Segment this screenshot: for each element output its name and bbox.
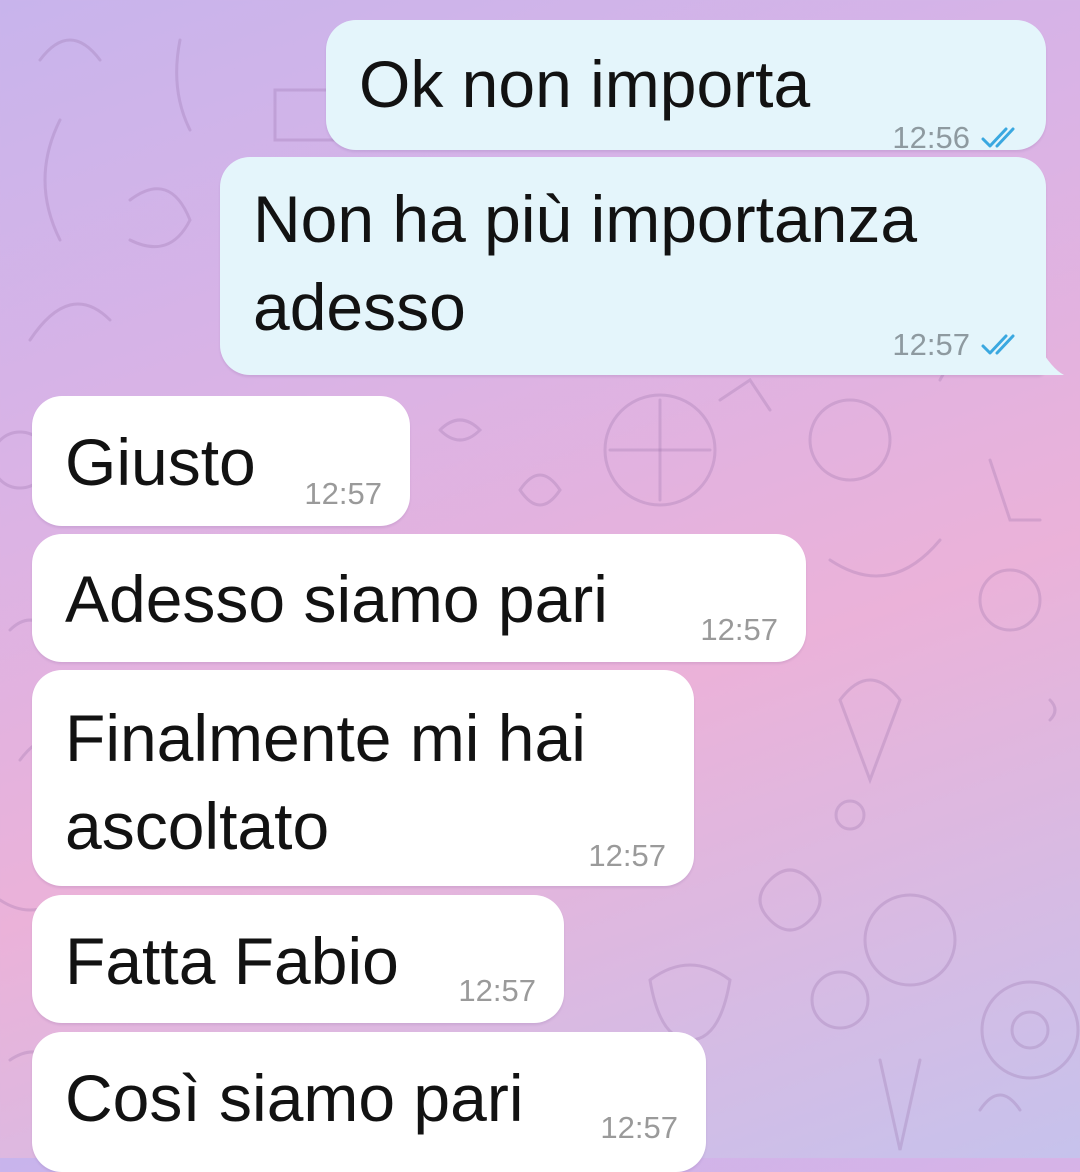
message-time: 12:57 — [458, 973, 536, 1008]
incoming-message[interactable]: Finalmente mi hai ascoltato 12:57 — [32, 670, 694, 886]
message-time: 12:57 — [700, 612, 778, 647]
message-meta: 12:57 — [304, 476, 382, 512]
message-text: Non ha più importanza adesso — [253, 182, 918, 344]
message-text: Adesso siamo pari — [65, 562, 608, 636]
message-time: 12:57 — [892, 327, 970, 362]
bubble-tail — [1038, 345, 1064, 375]
incoming-message[interactable]: Fatta Fabio 12:57 — [32, 895, 564, 1023]
message-time: 12:56 — [892, 120, 970, 155]
message-meta: 12:57 — [892, 327, 1024, 363]
incoming-message[interactable]: Adesso siamo pari 12:57 — [32, 534, 806, 662]
message-text: Fatta Fabio — [65, 924, 399, 998]
message-text: Così siamo pari — [65, 1061, 524, 1135]
message-meta: 12:57 — [600, 1110, 678, 1146]
read-double-check-icon — [980, 333, 1024, 357]
message-text: Giusto — [65, 425, 256, 499]
message-meta: 12:57 — [458, 973, 536, 1009]
message-time: 12:57 — [588, 838, 666, 873]
message-list: Ok non importa 12:56 Non ha più importan… — [0, 0, 1080, 1172]
message-time: 12:57 — [304, 476, 382, 511]
outgoing-message[interactable]: Ok non importa 12:56 — [326, 20, 1046, 155]
message-meta: 12:57 — [700, 612, 778, 648]
incoming-message[interactable]: Così siamo pari 12:57 — [32, 1032, 706, 1172]
message-meta: 12:57 — [588, 838, 666, 874]
message-time: 12:57 — [600, 1110, 678, 1145]
outgoing-message[interactable]: Non ha più importanza adesso 12:57 — [220, 157, 1046, 375]
message-text: Finalmente mi hai ascoltato — [65, 701, 586, 863]
message-text: Ok non importa — [359, 47, 811, 121]
read-double-check-icon — [980, 126, 1024, 150]
incoming-message[interactable]: Giusto 12:57 — [32, 396, 410, 526]
message-meta: 12:56 — [892, 120, 1024, 156]
